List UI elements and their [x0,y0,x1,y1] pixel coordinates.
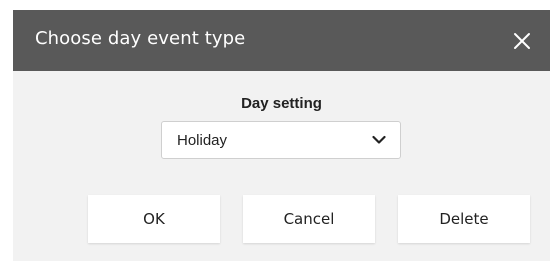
day-setting-label: Day setting [241,95,322,112]
close-icon[interactable] [513,32,531,50]
day-setting-select[interactable]: Holiday [161,121,401,159]
dialog-titlebar: Choose day event type [13,10,550,71]
dialog-title: Choose day event type [35,28,246,49]
ok-button[interactable]: OK [88,195,220,243]
chevron-down-icon [372,135,386,145]
day-event-dialog: Choose day event type Day setting Holida… [13,10,550,261]
delete-button[interactable]: Delete [398,195,530,243]
cancel-button[interactable]: Cancel [243,195,375,243]
day-setting-value: Holiday [177,132,228,149]
